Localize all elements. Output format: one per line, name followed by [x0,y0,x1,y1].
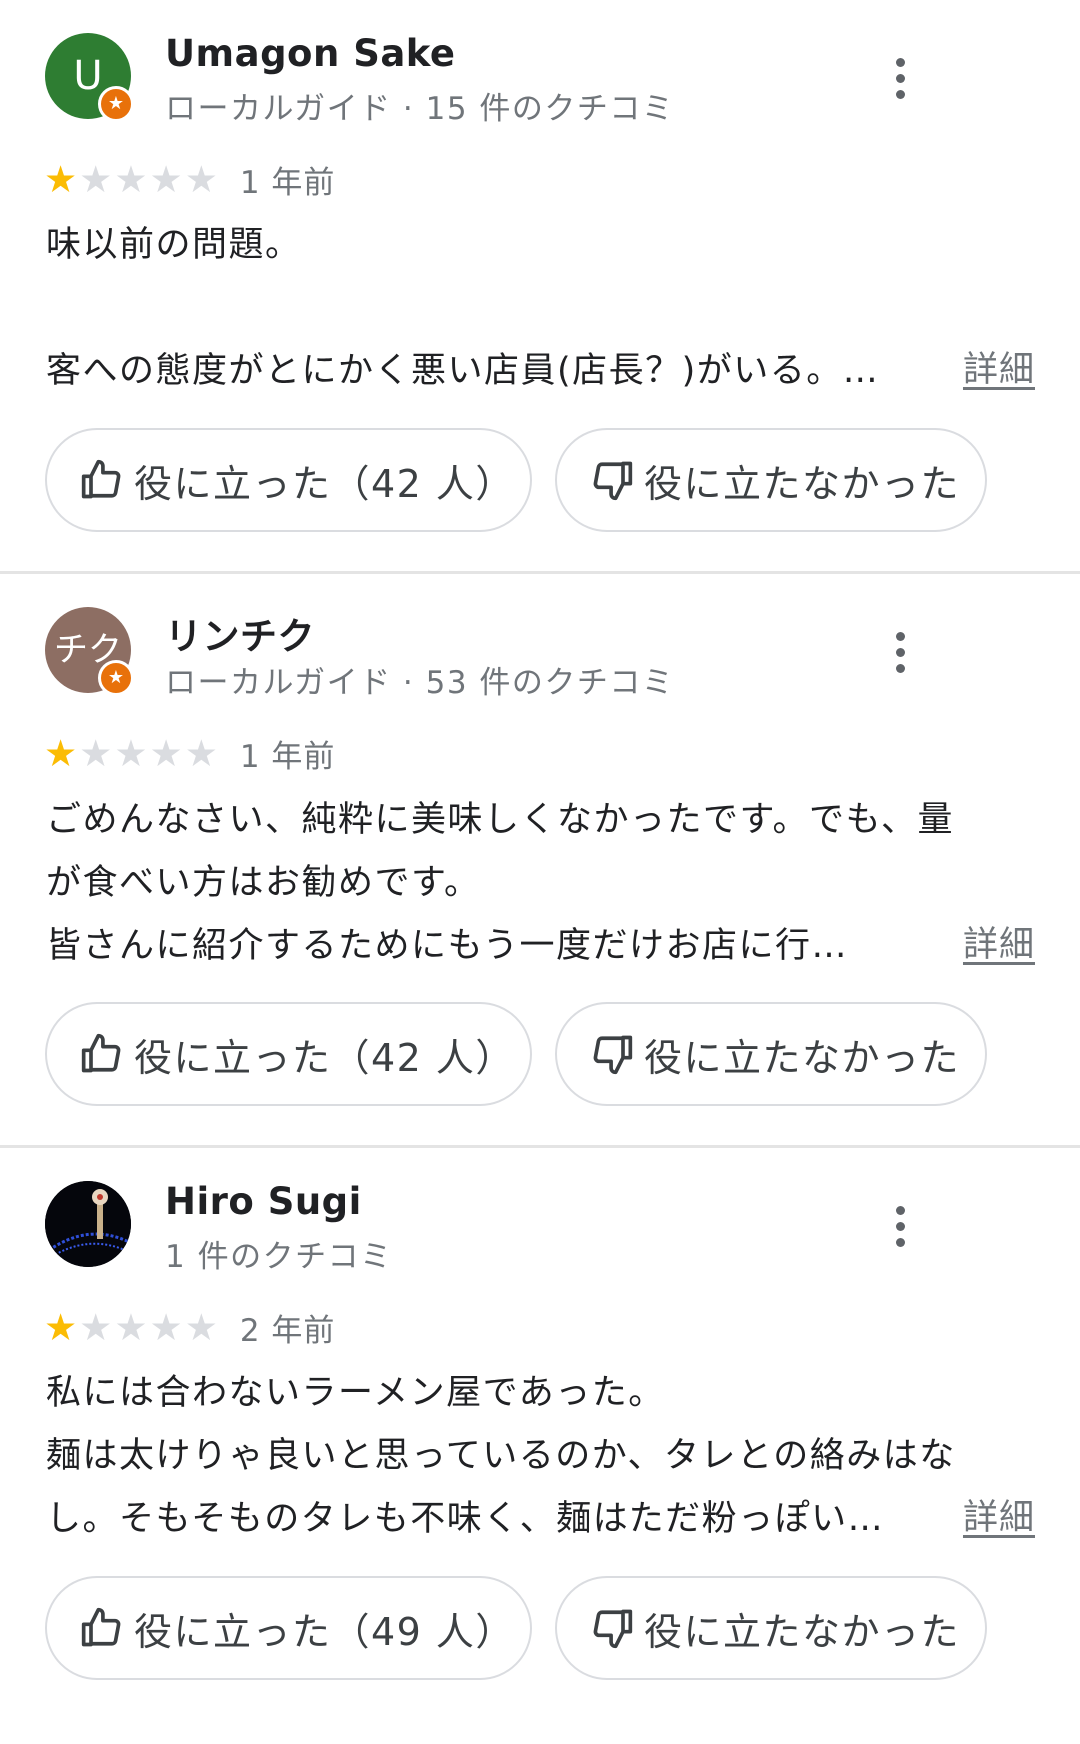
review-line: 皆さんに紹介するためにもう一度だけお店に行… [46,926,848,966]
unhelpful-label: 役に立たなかった [644,1609,961,1654]
review-line: 客への態度がとにかく悪い店員(店長？)がいる。… [46,351,880,391]
local-guide-badge-icon: ★ [98,86,134,122]
star-rating: ★ ★ ★ ★ ★ [44,735,218,772]
reviewer-name[interactable]: Hiro Sugi [165,1180,362,1223]
review-text[interactable]: 私には合わないラーメン屋であった。 麺は太けりゃ良いと思っているのか、タレとの絡… [46,1362,1036,1551]
review-card: Hiro Sugi 1 件のクチコミ ★ ★ ★ ★ ★ 2 年前 私には合わな… [0,1148,1080,1722]
thumb-down-icon [593,461,633,501]
helpful-button[interactable]: 役に立った（42 人） [45,1002,532,1106]
star-icon: ★ [114,1306,148,1349]
helpful-button[interactable]: 役に立った（42 人） [45,428,532,532]
avatar[interactable] [45,1181,131,1267]
review-line: 私には合わないラーメン屋であった。 [46,1373,665,1413]
unhelpful-label: 役に立たなかった [644,1035,961,1080]
rating-row: ★ ★ ★ ★ ★ 1 年前 [44,157,335,202]
review-text[interactable]: 味以前の問題。 客への態度がとにかく悪い店員(店長？)がいる。… [46,214,1036,403]
star-rating: ★ ★ ★ ★ ★ [44,1309,218,1346]
star-icon: ★ [184,732,218,775]
detail-link[interactable]: 詳細 [963,1489,1035,1540]
reviewer-meta: 1 件のクチコミ [165,1239,393,1275]
star-icon: ★ [44,1306,78,1349]
avatar-photo [45,1181,131,1267]
star-icon: ★ [79,158,113,201]
local-guide-badge-icon: ★ [98,660,134,696]
unhelpful-label: 役に立たなかった [644,461,961,506]
more-vert-icon [895,57,905,67]
thumb-up-icon [81,1607,121,1647]
more-options-button[interactable] [880,1196,920,1256]
detail-link[interactable]: 詳細 [963,916,1035,967]
more-options-button[interactable] [880,622,920,682]
unhelpful-button[interactable]: 役に立たなかった [555,1002,987,1106]
avatar-initial: U [73,53,103,99]
helpful-label: 役に立った（49 人） [134,1609,515,1654]
thumb-up-icon [81,1033,121,1073]
review-text[interactable]: ごめんなさい、純粋に美味しくなかったです。でも、量 が食べい方はお勧めです。 皆… [46,789,1036,978]
review-line: 味以前の問題。 [46,225,302,265]
more-options-button[interactable] [880,48,920,108]
star-icon: ★ [184,158,218,201]
star-icon: ★ [79,1306,113,1349]
reviewer-name[interactable]: Umagon Sake [165,32,456,75]
review-time: 2 年前 [239,1313,336,1349]
star-icon: ★ [184,1306,218,1349]
star-rating: ★ ★ ★ ★ ★ [44,161,218,198]
review-time: 1 年前 [239,165,336,201]
thumb-down-icon [593,1609,633,1649]
star-icon: ★ [114,158,148,201]
more-vert-icon [895,631,905,641]
unhelpful-button[interactable]: 役に立たなかった [555,428,987,532]
review-card: U ★ Umagon Sake ローカルガイド · 15 件のクチコミ ★ ★ … [0,0,1080,574]
helpful-label: 役に立った（42 人） [134,1035,515,1080]
review-line: 麺は太けりゃ良いと思っているのか、タレとの絡みはな [46,1436,956,1476]
review-line: が食べい方はお勧めです。 [46,863,481,903]
reviewer-meta: ローカルガイド · 15 件のクチコミ [165,91,675,127]
star-icon: ★ [149,732,183,775]
rating-row: ★ ★ ★ ★ ★ 1 年前 [44,731,335,776]
avatar[interactable]: U ★ [45,33,134,122]
detail-link[interactable]: 詳細 [963,341,1035,392]
star-icon: ★ [44,158,78,201]
helpful-button[interactable]: 役に立った（49 人） [45,1576,532,1680]
review-line: ごめんなさい、純粋に美味しくなかったです。でも、量 [46,800,954,840]
star-icon: ★ [79,732,113,775]
review-card: チク ★ リンチク ローカルガイド · 53 件のクチコミ ★ ★ ★ ★ ★ … [0,574,1080,1148]
avatar[interactable]: チク ★ [45,607,134,696]
review-time: 1 年前 [239,739,336,775]
review-line: し。そもそものタレも不味く、麺はただ粉っぽい… [46,1499,885,1539]
star-icon: ★ [149,1306,183,1349]
thumb-down-icon [593,1035,633,1075]
rating-row: ★ ★ ★ ★ ★ 2 年前 [44,1305,335,1350]
unhelpful-button[interactable]: 役に立たなかった [555,1576,987,1680]
reviewer-name[interactable]: リンチク [165,606,315,660]
star-icon: ★ [44,732,78,775]
reviewer-meta: ローカルガイド · 53 件のクチコミ [165,665,675,701]
more-vert-icon [895,1205,905,1215]
star-icon: ★ [149,158,183,201]
thumb-up-icon [81,459,121,499]
helpful-label: 役に立った（42 人） [134,461,515,506]
star-icon: ★ [114,732,148,775]
review-line [46,277,1036,340]
